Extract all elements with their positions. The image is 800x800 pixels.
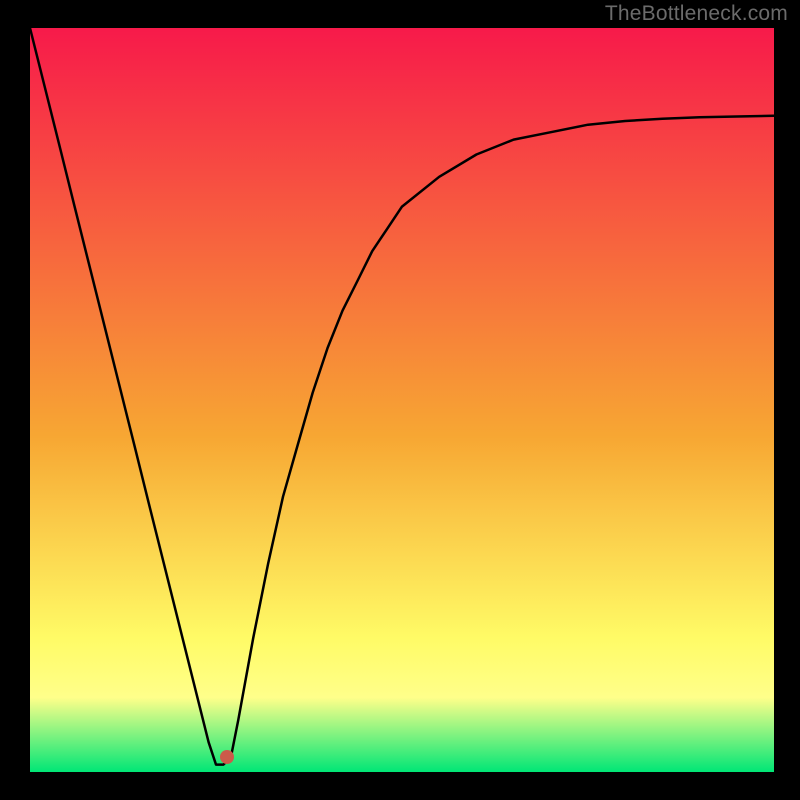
chart-frame: TheBottleneck.com (0, 0, 800, 800)
optimum-marker (220, 750, 234, 764)
plot-area (30, 28, 774, 772)
watermark-text: TheBottleneck.com (605, 2, 788, 26)
